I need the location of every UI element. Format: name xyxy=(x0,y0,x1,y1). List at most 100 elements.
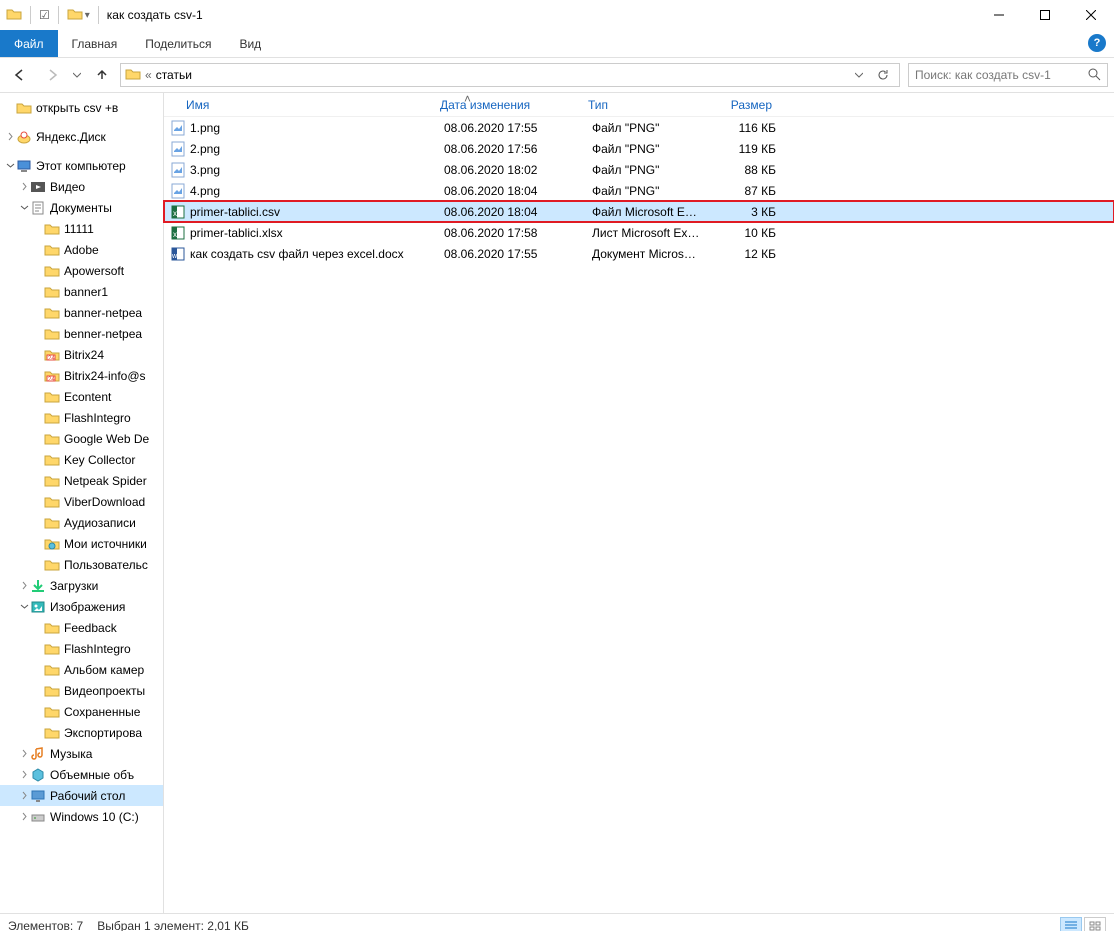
tree-item[interactable]: Альбом камер xyxy=(0,659,163,680)
chevron-down-icon[interactable] xyxy=(4,161,16,170)
search-input[interactable]: Поиск: как создать csv-1 xyxy=(908,63,1108,87)
folder-icon xyxy=(44,389,60,405)
chevron-down-icon[interactable] xyxy=(18,602,30,611)
title-bar: ☑ ▾ как создать csv-1 xyxy=(0,0,1114,30)
tree-item[interactable]: Мои источники xyxy=(0,533,163,554)
tree-item[interactable]: Изображения xyxy=(0,596,163,617)
qat-dropdown-icon[interactable]: ▾ xyxy=(85,10,90,21)
file-row[interactable]: 3.png08.06.2020 18:02Файл "PNG"88 КБ xyxy=(164,159,1114,180)
tree-item[interactable]: открыть csv +в xyxy=(0,97,163,118)
column-type[interactable]: Тип xyxy=(588,98,706,112)
file-row[interactable]: 4.png08.06.2020 18:04Файл "PNG"87 КБ xyxy=(164,180,1114,201)
chevron-right-icon[interactable] xyxy=(18,749,30,758)
tree-item[interactable]: Econtent xyxy=(0,386,163,407)
tree-item[interactable]: FlashIntegro xyxy=(0,407,163,428)
tree-item[interactable]: Яндекс.Диск xyxy=(0,126,163,147)
file-name: primer-tablici.xlsx xyxy=(190,226,444,240)
breadcrumb-segment[interactable]: статьи xyxy=(156,68,252,82)
tree-item[interactable]: Adobe xyxy=(0,239,163,260)
tree-item[interactable]: banner1 xyxy=(0,281,163,302)
history-dropdown[interactable] xyxy=(70,61,84,89)
chevron-right-icon[interactable] xyxy=(4,132,16,141)
tree-item[interactable]: Видеопроекты xyxy=(0,680,163,701)
status-selection: Выбран 1 элемент: 2,01 КБ xyxy=(97,919,249,931)
forward-button[interactable] xyxy=(38,61,66,89)
tree-item[interactable]: Аудиозаписи xyxy=(0,512,163,533)
file-row[interactable]: xprimer-tablici.csv08.06.2020 18:04Файл … xyxy=(164,201,1114,222)
tab-home[interactable]: Главная xyxy=(58,30,132,57)
navigation-tree[interactable]: открыть csv +вЯндекс.ДискЭтот компьютерВ… xyxy=(0,93,164,913)
address-dropdown[interactable] xyxy=(847,64,871,86)
view-details-button[interactable] xyxy=(1060,917,1082,931)
tree-item[interactable]: Документы xyxy=(0,197,163,218)
view-icons-button[interactable] xyxy=(1084,917,1106,931)
tree-item[interactable]: ViberDownload xyxy=(0,491,163,512)
file-row[interactable]: wкак создать csv файл через excel.docx08… xyxy=(164,243,1114,264)
column-name[interactable]: Имя xyxy=(186,98,440,112)
tree-item[interactable]: 11111 xyxy=(0,218,163,239)
tree-item[interactable]: Рабочий стол xyxy=(0,785,163,806)
back-button[interactable] xyxy=(6,61,34,89)
column-headers[interactable]: Имя Дата изменения Тип Размер ˄ xyxy=(164,93,1114,117)
close-button[interactable] xyxy=(1068,0,1114,30)
tree-item[interactable]: Windows 10 (C:) xyxy=(0,806,163,827)
tab-file[interactable]: Файл xyxy=(0,30,58,57)
tree-item[interactable]: Feedback xyxy=(0,617,163,638)
tree-item-label: Рабочий стол xyxy=(50,789,125,803)
file-row[interactable]: 1.png08.06.2020 17:55Файл "PNG"116 КБ xyxy=(164,117,1114,138)
file-row[interactable]: xprimer-tablici.xlsx08.06.2020 17:58Лист… xyxy=(164,222,1114,243)
tree-item[interactable]: Видео xyxy=(0,176,163,197)
tree-item[interactable]: Apowersoft xyxy=(0,260,163,281)
tree-item[interactable]: FlashIntegro xyxy=(0,638,163,659)
minimize-button[interactable] xyxy=(976,0,1022,30)
column-date[interactable]: Дата изменения xyxy=(440,98,588,112)
chevron-down-icon[interactable] xyxy=(18,203,30,212)
tree-item[interactable]: Объемные объ xyxy=(0,764,163,785)
file-size: 10 КБ xyxy=(710,226,776,240)
file-size: 12 КБ xyxy=(710,247,776,261)
chevron-right-icon[interactable] xyxy=(18,770,30,779)
qat-folder-icon[interactable] xyxy=(67,6,83,25)
tree-item[interactable]: banner-netpea xyxy=(0,302,163,323)
maximize-button[interactable] xyxy=(1022,0,1068,30)
tree-item[interactable]: Музыка xyxy=(0,743,163,764)
file-row[interactable]: 2.png08.06.2020 17:56Файл "PNG"119 КБ xyxy=(164,138,1114,159)
tree-item[interactable]: 24Bitrix24-info@s xyxy=(0,365,163,386)
column-size[interactable]: Размер xyxy=(706,98,772,112)
tree-item[interactable]: Пользовательс xyxy=(0,554,163,575)
chevron-right-icon[interactable] xyxy=(18,581,30,590)
tree-item-label: Google Web De xyxy=(64,432,149,446)
tree-item[interactable]: benner-netpea xyxy=(0,323,163,344)
chevron-right-icon[interactable] xyxy=(18,812,30,821)
file-date: 08.06.2020 17:55 xyxy=(444,247,592,261)
file-name: 4.png xyxy=(190,184,444,198)
png-file-icon xyxy=(170,120,186,136)
tree-item[interactable]: Key Collector xyxy=(0,449,163,470)
file-type: Документ Micros… xyxy=(592,247,710,261)
tree-item[interactable]: Сохраненные xyxy=(0,701,163,722)
folder-icon xyxy=(44,221,60,237)
breadcrumb-box[interactable]: « папки›Проекты›мои›seopulses›статьи›500… xyxy=(120,63,900,87)
tree-item-label: Аудиозаписи xyxy=(64,516,136,530)
tree-item[interactable]: Netpeak Spider xyxy=(0,470,163,491)
chevron-right-icon[interactable] xyxy=(18,791,30,800)
excel-file-icon: x xyxy=(170,225,186,241)
tree-item[interactable]: Экспортирова xyxy=(0,722,163,743)
qat-properties-icon[interactable]: ☑ xyxy=(39,8,50,22)
tree-item[interactable]: Этот компьютер xyxy=(0,155,163,176)
chevron-right-icon[interactable] xyxy=(18,182,30,191)
tree-item[interactable]: 24Bitrix24 xyxy=(0,344,163,365)
folder-icon xyxy=(44,704,60,720)
tree-item-label: banner1 xyxy=(64,285,108,299)
tab-view[interactable]: Вид xyxy=(225,30,275,57)
breadcrumb-overflow[interactable]: « xyxy=(145,68,152,82)
folder-icon xyxy=(44,494,60,510)
help-button[interactable]: ? xyxy=(1088,34,1106,52)
file-date: 08.06.2020 17:58 xyxy=(444,226,592,240)
status-item-count: Элементов: 7 xyxy=(8,919,83,931)
up-button[interactable] xyxy=(88,61,116,89)
refresh-button[interactable] xyxy=(871,64,895,86)
tree-item[interactable]: Загрузки xyxy=(0,575,163,596)
tree-item[interactable]: Google Web De xyxy=(0,428,163,449)
tab-share[interactable]: Поделиться xyxy=(131,30,225,57)
